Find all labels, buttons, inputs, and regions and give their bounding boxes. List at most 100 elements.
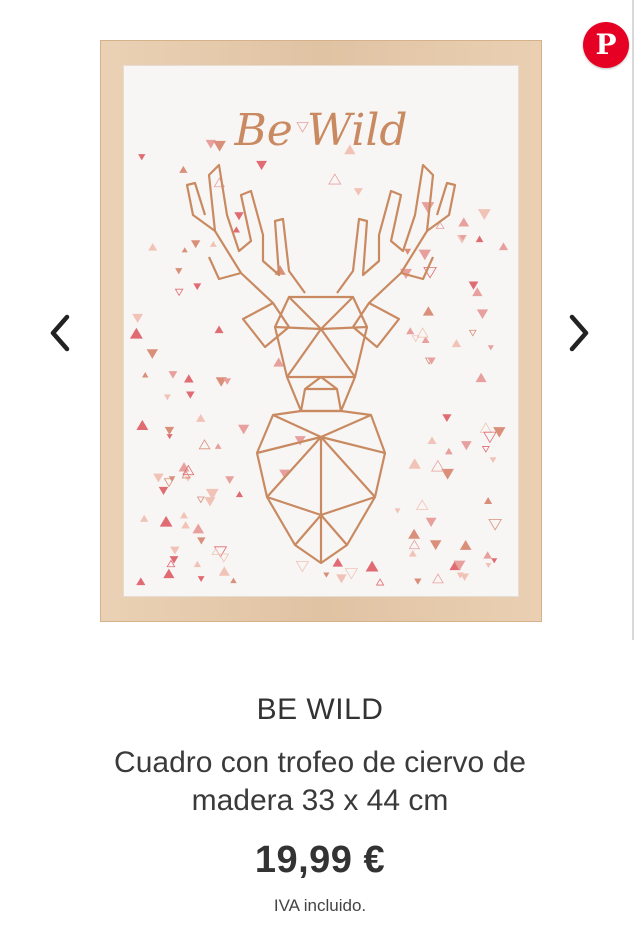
confetti-triangle <box>180 511 188 519</box>
confetti-triangle <box>484 497 493 504</box>
confetti-triangle <box>425 517 437 527</box>
confetti-triangle <box>196 413 206 422</box>
confetti-triangle <box>159 515 173 527</box>
confetti-triangle <box>193 283 202 291</box>
confetti-triangle <box>475 235 484 243</box>
confetti-triangle <box>418 249 432 261</box>
next-image-button[interactable] <box>557 308 601 358</box>
artwork-headline: Be Wild <box>233 105 407 156</box>
confetti-triangle <box>153 473 164 483</box>
confetti-triangle <box>132 313 143 324</box>
confetti-triangle <box>197 537 206 545</box>
confetti-triangle <box>332 557 343 567</box>
previous-image-button[interactable] <box>38 308 82 358</box>
confetti-triangle <box>190 240 201 249</box>
confetti-triangle <box>214 325 224 334</box>
confetti-triangle <box>234 212 244 221</box>
confetti-triangle <box>451 339 462 348</box>
confetti-triangle <box>483 431 497 444</box>
confetti-triangle <box>375 578 385 586</box>
confetti-triangle <box>481 446 490 453</box>
confetti-triangle <box>184 476 192 482</box>
confetti-triangle <box>164 426 175 435</box>
product-price: 19,99 € <box>254 839 386 881</box>
confetti-triangle <box>485 562 492 569</box>
confetti-triangle <box>163 394 171 401</box>
product-title: Cuadro con trofeo de ciervo de madera 33… <box>114 746 526 817</box>
confetti-triangle <box>432 573 444 584</box>
confetti-triangle <box>179 165 188 173</box>
confetti-triangle <box>489 457 497 463</box>
deer-artwork: Be Wild <box>129 105 509 586</box>
confetti-triangle <box>136 577 146 586</box>
confetti-triangle <box>328 173 342 185</box>
confetti-triangle <box>218 553 230 563</box>
confetti-triangle <box>488 518 502 531</box>
confetti-triangle <box>192 523 205 534</box>
chevron-right-icon <box>569 314 589 352</box>
chevron-left-icon <box>50 314 70 352</box>
confetti-triangle <box>479 422 493 433</box>
confetti-triangle <box>295 560 310 573</box>
confetti-triangle <box>468 329 477 337</box>
confetti-triangle <box>174 288 184 297</box>
confetti-triangle <box>491 558 498 564</box>
deer-head-icon <box>185 163 457 565</box>
confetti-triangle <box>421 202 435 214</box>
confetti-triangle <box>168 371 178 379</box>
confetti-triangle <box>415 499 429 510</box>
pinterest-icon: P <box>595 27 617 61</box>
artwork-canvas: Be Wild <box>123 65 519 597</box>
next-image-peek <box>632 0 634 640</box>
confetti-triangle <box>458 217 470 227</box>
confetti-triangle <box>223 378 232 385</box>
confetti-triangle <box>408 549 417 557</box>
confetti-triangle <box>138 154 146 161</box>
confetti-triangle <box>213 546 228 558</box>
confetti-triangle <box>444 447 453 455</box>
confetti-triangle <box>129 327 143 339</box>
confetti-triangle <box>365 560 379 572</box>
confetti-triangle <box>442 414 452 423</box>
confetti-triangle <box>476 309 489 320</box>
confetti-triangle <box>146 349 158 359</box>
confetti-triangle <box>181 247 188 253</box>
confetti-triangle <box>408 458 421 469</box>
confetti-triangle <box>404 248 412 255</box>
confetti-triangle <box>148 243 158 251</box>
confetti-triangle <box>230 577 237 584</box>
confetti-triangle <box>211 547 220 556</box>
confetti-triangle <box>158 486 169 495</box>
confetti-triangle <box>218 566 230 576</box>
confetti-triangle <box>197 576 205 582</box>
confetti-triangle <box>477 209 491 221</box>
confetti-triangle <box>166 434 173 440</box>
confetti-triangle <box>186 391 195 399</box>
confetti-triangle <box>498 242 509 251</box>
product-info: BE WILD Cuadro con trofeo de ciervo de m… <box>0 690 640 916</box>
confetti-triangle <box>422 306 434 316</box>
confetti-triangle <box>256 160 268 171</box>
confetti-triangle <box>183 374 194 383</box>
confetti-triangle <box>198 439 211 450</box>
confetti-triangle <box>406 327 415 335</box>
confetti-triangle <box>344 568 358 580</box>
confetti-triangle <box>394 508 401 514</box>
confetti-triangle <box>336 574 347 584</box>
confetti-triangle <box>136 419 149 431</box>
confetti-triangle <box>193 560 202 568</box>
confetti-triangle <box>429 540 442 551</box>
confetti-triangle <box>487 345 494 351</box>
product-image-gallery[interactable]: Be Wild P <box>0 0 640 650</box>
confetti-triangle <box>214 443 222 449</box>
confetti-triangle <box>441 468 454 480</box>
confetti-triangle <box>175 268 183 275</box>
confetti-triangle <box>163 568 175 579</box>
pinterest-save-button[interactable]: P <box>583 22 629 68</box>
confetti-triangle <box>408 539 421 550</box>
confetti-triangle <box>323 572 330 578</box>
confetti-triangle <box>408 528 420 539</box>
product-brand[interactable]: BE WILD <box>0 690 640 730</box>
confetti-triangle <box>170 546 180 555</box>
confetti-triangle <box>142 372 149 378</box>
